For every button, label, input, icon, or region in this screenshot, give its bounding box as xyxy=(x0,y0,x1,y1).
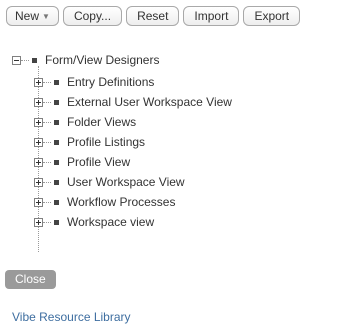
tree-root-node: Form/View Designers xyxy=(12,52,232,68)
expand-plus-icon[interactable] xyxy=(34,217,43,227)
copy-button[interactable]: Copy... xyxy=(62,6,123,26)
tree-connector xyxy=(43,141,51,143)
designers-page: New ▼ Copy... Reset Import Export Form/Vi… xyxy=(0,0,347,333)
tree-connector xyxy=(43,221,51,223)
vibe-resource-library-link[interactable]: Vibe Resource Library xyxy=(12,310,131,324)
new-button[interactable]: New ▼ xyxy=(6,6,59,26)
reset-button[interactable]: Reset xyxy=(126,6,180,26)
export-button[interactable]: Export xyxy=(243,6,301,26)
tree-node-label[interactable]: Workspace view xyxy=(67,215,154,229)
tree-node-label[interactable]: Profile View xyxy=(67,155,130,169)
expand-plus-icon[interactable] xyxy=(34,77,43,87)
tree-node: User Workspace View xyxy=(34,172,232,192)
square-bullet-icon xyxy=(54,199,59,205)
expand-plus-icon[interactable] xyxy=(34,97,43,107)
tree-node-label[interactable]: External User Workspace View xyxy=(67,95,232,109)
tree-connector xyxy=(43,101,51,103)
tree-connector xyxy=(43,181,51,183)
tree-node-label[interactable]: Workflow Processes xyxy=(67,195,175,209)
square-bullet-icon xyxy=(54,99,59,105)
tree-connector xyxy=(43,81,51,83)
tree-node: Profile Listings xyxy=(34,132,232,152)
expand-plus-icon[interactable] xyxy=(34,177,43,187)
square-bullet-icon xyxy=(32,57,37,63)
tree-node: Workspace view xyxy=(34,212,232,232)
tree-root-label[interactable]: Form/View Designers xyxy=(45,53,159,67)
square-bullet-icon xyxy=(54,219,59,225)
expand-plus-icon[interactable] xyxy=(34,197,43,207)
tree-node: Entry Definitions xyxy=(34,72,232,92)
tree-node-label[interactable]: Profile Listings xyxy=(67,135,145,149)
expand-plus-icon[interactable] xyxy=(34,117,43,127)
tree-connector xyxy=(21,59,29,61)
chevron-down-icon: ▼ xyxy=(42,12,50,21)
tree-connector xyxy=(43,121,51,123)
tree-node-label[interactable]: Folder Views xyxy=(67,115,136,129)
expand-plus-icon[interactable] xyxy=(34,137,43,147)
tree-node: Workflow Processes xyxy=(34,192,232,212)
close-button[interactable]: Close xyxy=(5,270,56,289)
square-bullet-icon xyxy=(54,79,59,85)
tree-children: Entry Definitions External User Workspace… xyxy=(34,66,232,252)
new-button-label: New xyxy=(15,9,40,23)
expand-plus-icon[interactable] xyxy=(34,157,43,167)
square-bullet-icon xyxy=(54,139,59,145)
tree-node-label[interactable]: User Workspace View xyxy=(67,175,185,189)
toolbar: New ▼ Copy... Reset Import Export xyxy=(6,6,301,26)
import-button[interactable]: Import xyxy=(183,6,240,26)
designer-tree: Form/View Designers Entry Definitions Ext… xyxy=(12,52,232,252)
tree-connector xyxy=(43,161,51,163)
tree-node-label[interactable]: Entry Definitions xyxy=(67,75,154,89)
tree-node: External User Workspace View xyxy=(34,92,232,112)
tree-connector xyxy=(43,201,51,203)
tree-node: Folder Views xyxy=(34,112,232,132)
collapse-minus-icon[interactable] xyxy=(12,55,21,65)
square-bullet-icon xyxy=(54,179,59,185)
square-bullet-icon xyxy=(54,159,59,165)
square-bullet-icon xyxy=(54,119,59,125)
tree-node: Profile View xyxy=(34,152,232,172)
